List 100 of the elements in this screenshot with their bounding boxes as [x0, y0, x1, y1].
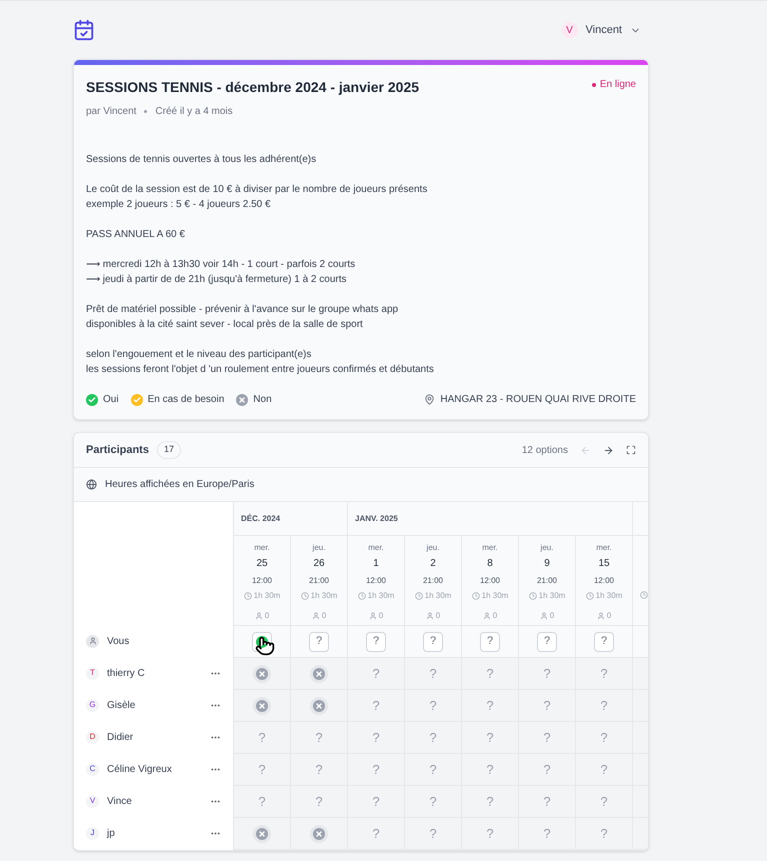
- attendee-icon: [368, 612, 377, 620]
- attendee-count: 0: [550, 610, 554, 622]
- yes-icon: [86, 394, 98, 406]
- description-line: ⟶ jeudi à partir de de 21h (jusqu'à fermeture) 1 à 2 courts: [86, 273, 348, 287]
- unknown-response: ?: [429, 664, 437, 683]
- month-label: JANV. 2025: [355, 512, 398, 524]
- unknown-response: ?: [429, 696, 437, 715]
- attendee-icon: [596, 612, 605, 620]
- unknown-response: ?: [600, 728, 608, 747]
- unknown-response: ?: [543, 824, 551, 843]
- clock-icon: [244, 592, 252, 600]
- attendee-count: 0: [436, 610, 440, 622]
- unknown-response: ?: [600, 760, 608, 779]
- unknown-response: ?: [486, 696, 494, 715]
- weekday-label: mer.: [482, 542, 498, 554]
- unknown-response: ?: [372, 792, 380, 811]
- weekday-label: jeu.: [312, 542, 326, 554]
- weekday-label: mer.: [254, 542, 270, 554]
- attendee-icon: [254, 612, 263, 620]
- time-label: 21:00: [308, 575, 330, 587]
- description-line: disponibles à la cité saint sever - local près de la salle de sport: [86, 318, 364, 332]
- legend-label: Oui: [103, 393, 119, 407]
- participant-name: thierry C: [107, 666, 146, 680]
- fullscreen-button[interactable]: [626, 445, 636, 455]
- unknown-response: ?: [486, 728, 494, 747]
- unknown-response: ?: [600, 792, 608, 811]
- question-mark-button[interactable]: ?: [594, 632, 614, 652]
- question-mark-button[interactable]: ?: [423, 632, 443, 652]
- unknown-response: ?: [429, 760, 437, 779]
- participant-avatar: C: [86, 762, 99, 776]
- unknown-response: ?: [543, 664, 551, 683]
- globe-icon: [86, 479, 97, 490]
- duration-label: 1h 30m: [310, 590, 338, 602]
- no-icon: [236, 394, 248, 406]
- arrow-left-icon: [580, 444, 591, 456]
- clock-icon: [300, 592, 309, 600]
- unknown-response: ?: [486, 760, 494, 779]
- user-menu-button[interactable]: V Vincent: [562, 22, 641, 38]
- clock-icon: [528, 592, 537, 600]
- participant-avatar: T: [86, 666, 99, 680]
- day-number: 15: [598, 557, 610, 571]
- participant-name: Céline Vigreux: [107, 762, 173, 776]
- expand-icon: [626, 445, 636, 455]
- unknown-response: ?: [543, 792, 551, 811]
- description-line: Le coût de la session est de 10 € à diviser par le nombre de joueurs présents: [86, 183, 428, 197]
- clock-icon: [640, 591, 648, 599]
- unknown-response: ?: [429, 792, 437, 811]
- status-badge: En ligne: [592, 77, 636, 92]
- day-number: 9: [544, 557, 550, 571]
- clock-icon: [414, 592, 423, 600]
- time-label: 12:00: [480, 575, 500, 587]
- unknown-response: ?: [372, 728, 380, 747]
- participants-title: Participants: [86, 442, 149, 458]
- location-pin-icon: [424, 394, 436, 405]
- time-label: 12:00: [252, 575, 272, 587]
- unknown-response: ?: [543, 728, 551, 747]
- calendar-check-icon: [73, 19, 95, 41]
- participants-count: 17: [156, 441, 181, 459]
- participant-name: Gisèle: [107, 698, 136, 712]
- attendee-count: 0: [322, 610, 326, 622]
- author-text: par Vincent: [86, 105, 136, 119]
- attendee-icon: [312, 612, 320, 620]
- attendee-icon: [426, 612, 434, 620]
- question-mark-button[interactable]: ?: [366, 632, 386, 652]
- duration-label: 1h 30m: [538, 590, 566, 602]
- location-text: HANGAR 23 - ROUEN QUAI RIVE DROITE: [440, 393, 636, 407]
- description-line: PASS ANNUEL A 60 €: [86, 228, 186, 242]
- clock-icon: [472, 592, 480, 600]
- unknown-response: ?: [372, 760, 380, 779]
- day-number: 2: [430, 557, 436, 571]
- participant-avatar: G: [86, 698, 99, 712]
- unknown-response: ?: [486, 824, 494, 843]
- unknown-response: ?: [486, 664, 494, 683]
- next-button[interactable]: [603, 444, 614, 456]
- description-line: Sessions de tennis ouvertes à tous les adhérent(e)s: [86, 153, 318, 167]
- day-number: 8: [487, 557, 493, 571]
- legend-label: En cas de besoin: [148, 393, 224, 407]
- weekday-label: mer.: [596, 542, 612, 554]
- unknown-response: ?: [543, 696, 551, 715]
- question-mark-button[interactable]: ?: [537, 632, 557, 652]
- description-line: les sessions feront l'objet d 'un roulement entre joueurs confirmés et débutants: [86, 363, 435, 377]
- day-number: 25: [256, 557, 268, 571]
- question-mark-button[interactable]: ?: [309, 632, 329, 652]
- poll-title: SESSIONS TENNIS - décembre 2024 - janvier 2025: [86, 78, 420, 97]
- participant-avatar: J: [86, 826, 99, 840]
- unknown-response: ?: [372, 824, 380, 843]
- description-line: ⟶ mercredi 12h à 13h30 voir 14h - 1 court - parfois 2 courts: [86, 258, 356, 272]
- attendee-count: 0: [492, 610, 498, 622]
- participant-name: Vous: [107, 634, 130, 648]
- attendee-icon: [540, 612, 548, 620]
- participant-avatar: D: [86, 730, 99, 744]
- attendee-icon: [482, 612, 491, 620]
- unknown-response: ?: [315, 760, 323, 779]
- day-number: 26: [313, 557, 325, 571]
- question-mark-button[interactable]: ?: [480, 632, 500, 652]
- options-count: 12 options: [522, 444, 568, 458]
- timezone-text: Heures affichées en Europe/Paris: [105, 478, 254, 492]
- unknown-response: ?: [600, 696, 608, 715]
- attendee-count: 0: [378, 610, 384, 622]
- description-line: selon l'engouement et le niveau des participant(e)s: [86, 348, 312, 362]
